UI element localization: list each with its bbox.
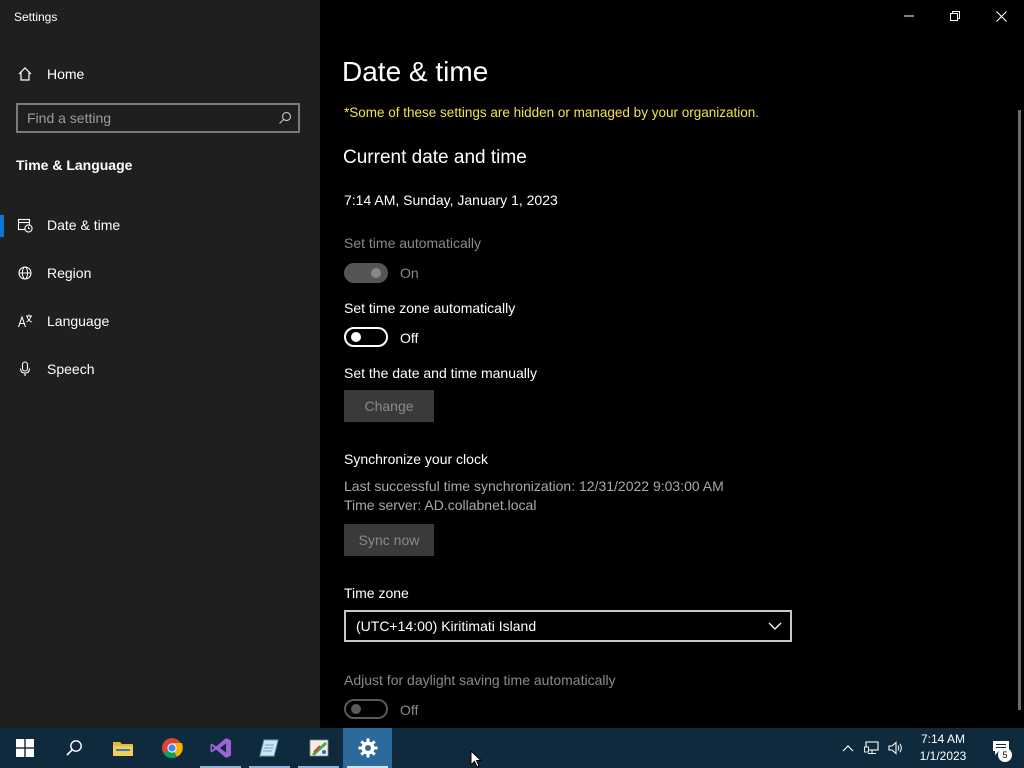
taskbar-clock[interactable]: 7:14 AM 1/1/2023 — [908, 731, 978, 765]
taskbar-notepad-app[interactable] — [245, 728, 294, 768]
set-time-auto-state: On — [400, 265, 419, 281]
sidebar-item-region[interactable]: Region — [0, 253, 320, 293]
sidebar-item-date-time[interactable]: Date & time — [0, 205, 320, 245]
clock-date: 1/1/2023 — [919, 749, 967, 763]
section-title: Time & Language — [16, 157, 133, 173]
visual-studio-icon — [210, 738, 231, 758]
home-label: Home — [47, 66, 85, 82]
current-date-time-heading: Current date and time — [343, 147, 527, 168]
notepad-app-icon — [258, 739, 279, 757]
volume-button[interactable] — [884, 728, 908, 768]
sidebar-item-label: Region — [47, 265, 92, 281]
window-controls — [886, 0, 1024, 32]
search-icon — [65, 740, 82, 756]
globe-icon — [16, 264, 34, 282]
close-icon — [995, 10, 1007, 22]
search-icon[interactable] — [272, 105, 298, 131]
sidebar-item-speech[interactable]: Speech — [0, 349, 320, 389]
last-sync-text: Last successful time synchronization: 12… — [344, 478, 724, 494]
mouse-cursor-icon — [470, 750, 482, 768]
home-nav-item[interactable]: Home — [16, 62, 84, 86]
sync-now-button[interactable]: Sync now — [344, 524, 434, 556]
sidebar-item-label: Language — [47, 313, 110, 329]
taskbar-paint-app[interactable] — [294, 728, 343, 768]
chevron-down-icon — [768, 622, 782, 630]
notification-count-badge: 5 — [998, 748, 1012, 762]
settings-gear-icon — [358, 738, 377, 758]
time-zone-label: Time zone — [344, 585, 409, 601]
dst-label: Adjust for daylight saving time automati… — [344, 672, 616, 688]
set-time-auto-label: Set time automatically — [344, 235, 481, 251]
chrome-icon — [161, 738, 183, 759]
restore-icon — [950, 11, 960, 21]
microphone-icon — [16, 360, 34, 378]
taskbar-settings[interactable] — [343, 728, 392, 768]
speaker-icon — [888, 741, 902, 755]
org-notice: *Some of these settings are hidden or ma… — [344, 105, 760, 120]
clock-time: 7:14 AM — [920, 732, 966, 746]
active-indicator — [0, 215, 4, 237]
toggle-knob — [351, 332, 361, 342]
manual-date-time-label: Set the date and time manually — [344, 365, 538, 381]
time-zone-dropdown[interactable]: (UTC+14:00) Kiritimati Island — [344, 610, 792, 642]
close-button[interactable] — [978, 0, 1024, 32]
time-server-text: Time server: AD.collabnet.local — [344, 497, 537, 513]
file-explorer-icon — [112, 742, 133, 756]
start-icon — [15, 739, 34, 757]
action-center-button[interactable]: 5 — [978, 728, 1024, 768]
toggle-knob — [351, 704, 361, 714]
sync-heading: Synchronize your clock — [344, 451, 488, 467]
dst-toggle — [344, 699, 388, 719]
minimize-icon — [904, 15, 914, 17]
set-tz-auto-label: Set time zone automatically — [344, 300, 516, 316]
network-button[interactable] — [860, 728, 884, 768]
dst-state: Off — [400, 702, 419, 718]
set-tz-auto-state: Off — [400, 330, 419, 346]
taskbar: 7:14 AM 1/1/2023 5 — [0, 728, 1024, 768]
taskbar-search-button[interactable] — [49, 728, 98, 768]
set-tz-auto-toggle[interactable] — [344, 327, 388, 347]
change-button[interactable]: Change — [344, 390, 434, 422]
system-tray: 7:14 AM 1/1/2023 5 — [836, 728, 1024, 768]
current-date-time-value: 7:14 AM, Sunday, January 1, 2023 — [344, 192, 558, 208]
toggle-knob — [371, 268, 381, 278]
network-icon — [864, 741, 879, 754]
page-title: Date & time — [342, 56, 489, 87]
restore-button[interactable] — [932, 0, 978, 32]
set-time-auto-toggle — [344, 263, 388, 283]
search-input[interactable] — [18, 109, 272, 127]
scrollbar[interactable] — [1018, 110, 1021, 710]
sidebar: Settings Home Time & Language Date & tim… — [0, 0, 320, 728]
search-box[interactable] — [16, 103, 300, 133]
sidebar-item-label: Date & time — [47, 217, 121, 233]
show-hidden-icons-button[interactable] — [836, 728, 860, 768]
chevron-up-icon — [842, 745, 854, 752]
start-button[interactable] — [0, 728, 49, 768]
taskbar-file-explorer[interactable] — [98, 728, 147, 768]
taskbar-chrome[interactable] — [147, 728, 196, 768]
taskbar-visual-studio[interactable] — [196, 728, 245, 768]
app-title: Settings — [14, 10, 58, 24]
time-zone-value: (UTC+14:00) Kiritimati Island — [356, 618, 537, 634]
home-icon — [16, 65, 34, 83]
clock-calendar-icon — [16, 216, 34, 234]
minimize-button[interactable] — [886, 0, 932, 32]
paint-app-icon — [309, 739, 328, 757]
language-icon — [16, 312, 34, 330]
sidebar-item-language[interactable]: Language — [0, 301, 320, 341]
sidebar-item-label: Speech — [47, 361, 95, 377]
